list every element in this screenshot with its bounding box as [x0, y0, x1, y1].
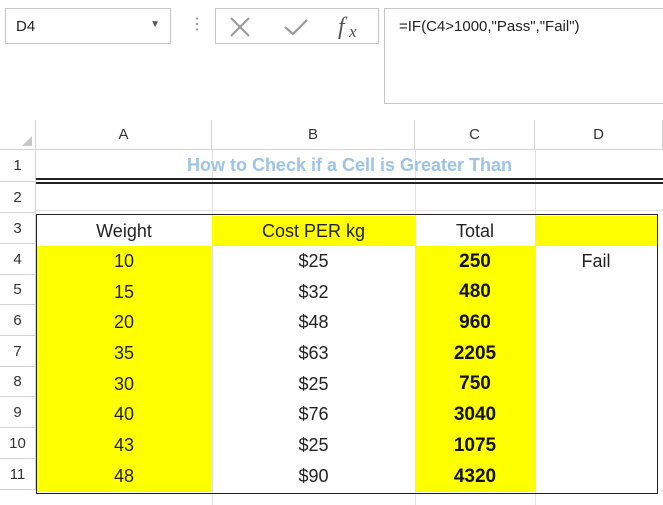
- cell-d11[interactable]: [535, 461, 657, 492]
- name-box[interactable]: D4 ▼: [5, 8, 171, 44]
- spreadsheet-grid: A B C D 1 2 3 4 5 6 7 8 9 10 11 How to C…: [0, 120, 663, 505]
- cell-d6[interactable]: [535, 307, 657, 338]
- cell-a4[interactable]: 10: [36, 246, 212, 277]
- row-header-4[interactable]: 4: [0, 244, 36, 275]
- row-header-9[interactable]: 9: [0, 397, 36, 428]
- cell-b7[interactable]: $63: [212, 338, 415, 369]
- row-header-7[interactable]: 7: [0, 336, 36, 367]
- cell-b4[interactable]: $25: [212, 246, 415, 277]
- cell-d3[interactable]: [535, 216, 657, 246]
- title-double-border: [36, 182, 663, 184]
- column-header-c[interactable]: C: [415, 120, 535, 150]
- sheet-title[interactable]: How to Check if a Cell is Greater Than: [36, 150, 663, 180]
- cell-d10[interactable]: [535, 430, 657, 461]
- svg-text:f: f: [338, 14, 348, 40]
- row-header-11[interactable]: 11: [0, 459, 36, 490]
- cell-b11[interactable]: $90: [212, 461, 415, 492]
- cell-a6[interactable]: 20: [36, 307, 212, 338]
- column-header-d[interactable]: D: [535, 120, 663, 150]
- cell-a3[interactable]: Weight: [36, 216, 212, 246]
- row-header-1[interactable]: 1: [0, 150, 36, 182]
- cell-c9[interactable]: 3040: [415, 399, 535, 430]
- cell-b5[interactable]: $32: [212, 277, 415, 307]
- select-all-corner[interactable]: [0, 120, 36, 150]
- insert-function-icon[interactable]: f x: [334, 12, 370, 42]
- cell-a10[interactable]: 43: [36, 430, 212, 461]
- cell-d5[interactable]: [535, 277, 657, 307]
- cell-b8[interactable]: $25: [212, 369, 415, 399]
- cell-c7[interactable]: 2205: [415, 338, 535, 369]
- cell-c6[interactable]: 960: [415, 307, 535, 338]
- select-all-triangle-icon: [22, 136, 32, 146]
- cell-b3[interactable]: Cost PER kg: [212, 216, 415, 246]
- row-header-5[interactable]: 5: [0, 275, 36, 305]
- cell-b9[interactable]: $76: [212, 399, 415, 430]
- title-double-border: [36, 178, 663, 180]
- cell-d9[interactable]: [535, 399, 657, 430]
- formula-input[interactable]: =IF(C4>1000,"Pass","Fail"): [384, 8, 663, 104]
- formula-bar-buttons: f x: [215, 8, 379, 44]
- cell-a9[interactable]: 40: [36, 399, 212, 430]
- row-header-6[interactable]: 6: [0, 305, 36, 336]
- row-header-2[interactable]: 2: [0, 182, 36, 213]
- cancel-icon[interactable]: [228, 16, 252, 38]
- row-header-10[interactable]: 10: [0, 428, 36, 459]
- cell-a11[interactable]: 48: [36, 461, 212, 492]
- cell-c5[interactable]: 480: [415, 277, 535, 307]
- cell-d4[interactable]: Fail: [535, 246, 657, 277]
- cell-c3[interactable]: Total: [415, 216, 535, 246]
- cell-c4[interactable]: 250: [415, 246, 535, 277]
- cell-b10[interactable]: $25: [212, 430, 415, 461]
- svg-text:x: x: [348, 22, 357, 41]
- formula-text: =IF(C4>1000,"Pass","Fail"): [399, 18, 580, 35]
- column-header-b[interactable]: B: [212, 120, 415, 150]
- cell-c8[interactable]: 750: [415, 369, 535, 399]
- cell-d8[interactable]: [535, 369, 657, 399]
- row-header-3[interactable]: 3: [0, 213, 36, 244]
- cell-d7[interactable]: [535, 338, 657, 369]
- cell-a7[interactable]: 35: [36, 338, 212, 369]
- cell-b6[interactable]: $48: [212, 307, 415, 338]
- enter-check-icon[interactable]: [282, 17, 310, 37]
- cell-a5[interactable]: 15: [36, 277, 212, 307]
- cell-c11[interactable]: 4320: [415, 461, 535, 492]
- name-box-value: D4: [16, 18, 36, 35]
- formula-bar-separator: ⋮: [189, 16, 205, 33]
- chevron-down-icon[interactable]: ▼: [150, 19, 160, 30]
- column-header-a[interactable]: A: [36, 120, 212, 150]
- row-header-8[interactable]: 8: [0, 367, 36, 397]
- cell-a8[interactable]: 30: [36, 369, 212, 399]
- cell-c10[interactable]: 1075: [415, 430, 535, 461]
